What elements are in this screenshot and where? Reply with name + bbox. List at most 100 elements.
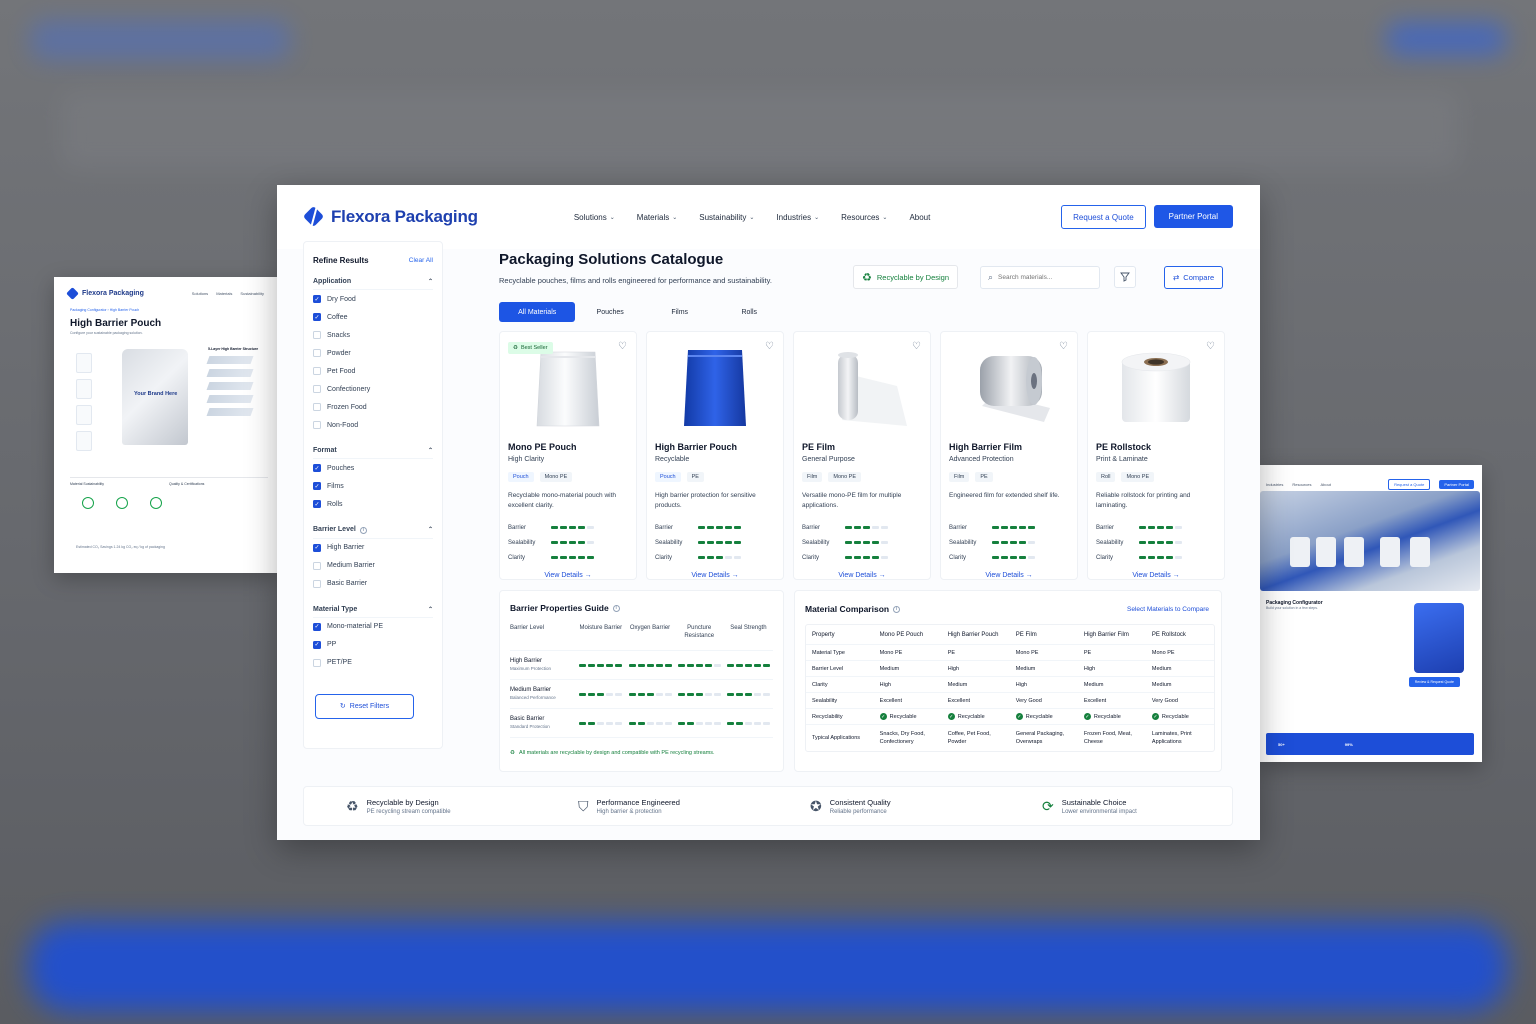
brand-logo[interactable]: Flexora Packaging	[303, 206, 478, 228]
filter-button[interactable]	[1114, 266, 1136, 288]
feature-strip: ♻ Recyclable by Design PE recycling stream…	[303, 786, 1233, 826]
nav-item-industries[interactable]: Industries ⌄	[776, 213, 819, 222]
comparison-cell: Mono PE	[879, 649, 903, 656]
checkbox[interactable]	[313, 561, 321, 570]
nav-item-materials[interactable]: Materials ⌄	[637, 213, 677, 222]
guide-cell	[576, 721, 625, 725]
product-tag: Mono PE	[1121, 472, 1155, 482]
heart-icon[interactable]: ♡	[765, 341, 774, 352]
select-materials-link[interactable]: Select Materials to Compare	[1127, 606, 1209, 613]
comparison-row: Material Type Mono PE PE Mono PE PE Mono PE	[806, 645, 1214, 661]
partner-portal-button[interactable]: Partner Portal	[1153, 205, 1233, 228]
checkbox[interactable]: ✓	[313, 464, 321, 472]
product-subtitle: Recyclable	[655, 456, 690, 463]
view-details-link[interactable]: View Details →	[508, 572, 628, 579]
view-details-link[interactable]: View Details →	[949, 572, 1069, 579]
filter-group-header[interactable]: Barrier Level i ⌃	[313, 526, 433, 539]
view-details-label: View Details	[838, 572, 877, 579]
clear-all-link[interactable]: Clear All	[409, 257, 433, 264]
compare-button[interactable]: ⇄ Compare	[1164, 265, 1224, 289]
filter-option-label: Snacks	[327, 331, 350, 339]
filter-option[interactable]: Snacks	[313, 326, 433, 344]
checkbox[interactable]: ✓	[313, 640, 321, 649]
reset-filters-button[interactable]: ↻ Reset Filters	[315, 693, 414, 719]
checkbox[interactable]	[313, 349, 321, 357]
nav-item-solutions[interactable]: Solutions ⌄	[574, 213, 615, 222]
product-card[interactable]: ♡ High Barrier Pouch Recyclable Pouch PE High…	[646, 331, 784, 580]
filter-option[interactable]: Basic Barrier	[313, 575, 433, 593]
checkbox[interactable]: ✓	[313, 543, 321, 552]
filter-group-header[interactable]: Material Type ⌃	[313, 606, 433, 618]
view-details-link[interactable]: View Details →	[655, 572, 775, 579]
rating-meter	[726, 721, 770, 725]
filter-option[interactable]: ✓ PP	[313, 636, 433, 654]
nav-item-sustainability[interactable]: Sustainability ⌄	[699, 213, 754, 222]
checkbox[interactable]	[313, 579, 321, 588]
search-icon: ⌕	[988, 271, 994, 282]
product-card[interactable]: ♡ PE Rollstock Print & Laminate Roll Mono PE…	[1087, 331, 1225, 580]
checkbox[interactable]: ✓	[313, 622, 321, 631]
filter-option[interactable]: ✓ Films	[313, 477, 433, 495]
view-details-link[interactable]: View Details →	[1096, 572, 1216, 579]
filter-option[interactable]: Pet Food	[313, 362, 433, 380]
chevron-up-icon: ⌃	[427, 606, 433, 613]
heart-icon[interactable]: ♡	[1059, 341, 1068, 352]
product-tags: Roll Mono PE	[1096, 472, 1216, 482]
filter-option[interactable]: Medium Barrier	[313, 557, 433, 575]
filter-option[interactable]: ✓ Dry Food	[313, 290, 433, 308]
tab-pouches[interactable]: Pouches	[575, 302, 645, 322]
checkbox[interactable]: ✓	[313, 482, 321, 490]
request-quote-button[interactable]: Request a Quote	[1061, 205, 1146, 229]
rating-meter	[579, 721, 623, 725]
checkbox[interactable]: ✓	[313, 295, 321, 303]
heart-icon[interactable]: ♡	[618, 341, 627, 352]
guide-row-label: Basic Barrier Standard Protection	[510, 715, 576, 731]
checkbox[interactable]	[313, 421, 321, 429]
stat-value: 50+	[1278, 741, 1285, 747]
brand-name: Flexora Packaging	[331, 207, 478, 226]
filter-option[interactable]: ✓ Pouches	[313, 459, 433, 477]
tab-rolls[interactable]: Rolls	[714, 302, 784, 322]
product-subtitle: Print & Laminate	[1096, 456, 1148, 463]
product-card[interactable]: ♡ ♻ Best Seller Mono PE Pouch High Clarity Po…	[499, 331, 637, 580]
comparison-cell: ✓ Recyclable	[1010, 711, 1078, 723]
filter-option[interactable]: ✓ High Barrier	[313, 539, 433, 557]
checkbox[interactable]	[313, 658, 321, 667]
filter-option[interactable]: Non-Food	[313, 416, 433, 434]
tab-films[interactable]: Films	[645, 302, 715, 322]
info-icon[interactable]: i	[359, 526, 367, 534]
filter-option[interactable]: ✓ Rolls	[313, 495, 433, 513]
filter-option[interactable]: PET/PE	[313, 654, 433, 672]
comparison-cell: Excellent	[947, 697, 971, 704]
feature-title: Performance Engineered	[596, 797, 680, 807]
comparison-cell: Coffee, Pet Food, Powder	[947, 731, 991, 745]
checkbox[interactable]: ✓	[313, 500, 321, 508]
filter-option[interactable]: Powder	[313, 344, 433, 362]
nav-item-about[interactable]: About	[909, 213, 930, 222]
checkbox[interactable]	[313, 403, 321, 411]
heart-icon[interactable]: ♡	[912, 341, 921, 352]
guide-cell	[724, 692, 773, 696]
filter-option[interactable]: Frozen Food	[313, 398, 433, 416]
info-icon[interactable]: i	[612, 604, 620, 612]
nav-item-resources[interactable]: Resources ⌄	[841, 213, 887, 222]
checkbox[interactable]	[313, 331, 321, 339]
product-card[interactable]: ♡ High Barrier Film Advanced Protection Fil…	[940, 331, 1078, 580]
filter-group-header[interactable]: Format ⌃	[313, 447, 433, 459]
filter-option[interactable]: ✓ Coffee	[313, 308, 433, 326]
checkbox[interactable]	[313, 367, 321, 375]
search-input[interactable]	[998, 273, 1089, 281]
view-details-link[interactable]: View Details →	[802, 572, 922, 579]
badge-label: Best Seller	[520, 345, 548, 351]
filter-option[interactable]: ✓ Mono-material PE	[313, 618, 433, 636]
info-icon[interactable]: i	[893, 605, 901, 613]
filter-option[interactable]: Confectionery	[313, 380, 433, 398]
tab-all-materials[interactable]: All Materials	[499, 302, 576, 322]
heart-icon[interactable]: ♡	[1206, 341, 1215, 352]
product-subtitle: Advanced Protection	[949, 456, 1014, 463]
checkbox[interactable]	[313, 385, 321, 393]
checkbox[interactable]: ✓	[313, 313, 321, 321]
filter-group-header[interactable]: Application ⌃	[313, 278, 433, 290]
product-card[interactable]: ♡ PE Film General Purpose Film Mono PE Versat…	[793, 331, 931, 580]
chevron-down-icon: ⌄	[882, 214, 888, 221]
